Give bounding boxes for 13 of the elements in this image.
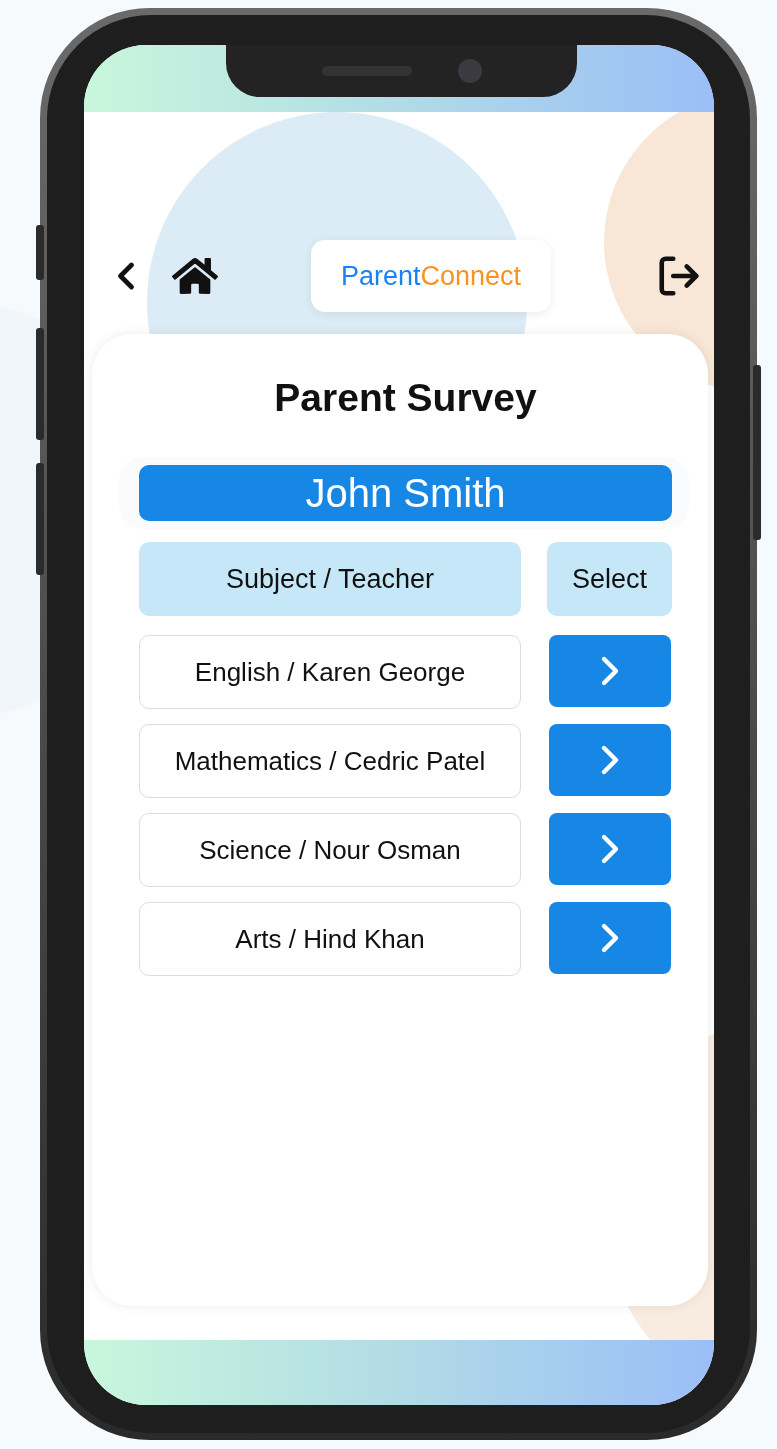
column-header: Select xyxy=(547,542,672,616)
subject-teacher-cell: Mathematics / Cedric Patel xyxy=(139,724,521,798)
brand-logo-text: ParentConnect xyxy=(311,240,551,312)
survey-title: Parent Survey xyxy=(273,376,538,420)
subject-teacher-cell: Science / Nour Osman xyxy=(139,813,521,887)
select-button[interactable] xyxy=(549,902,671,974)
select-button[interactable] xyxy=(549,724,671,796)
subject-teacher-cell: Arts / Hind Khan xyxy=(139,902,521,976)
select-button[interactable] xyxy=(549,813,671,885)
subject-teacher-cell: English / Karen George xyxy=(139,635,521,709)
select-button[interactable] xyxy=(549,635,671,707)
student-name: John Smith xyxy=(139,465,672,521)
column-header: Subject / Teacher xyxy=(139,542,521,616)
